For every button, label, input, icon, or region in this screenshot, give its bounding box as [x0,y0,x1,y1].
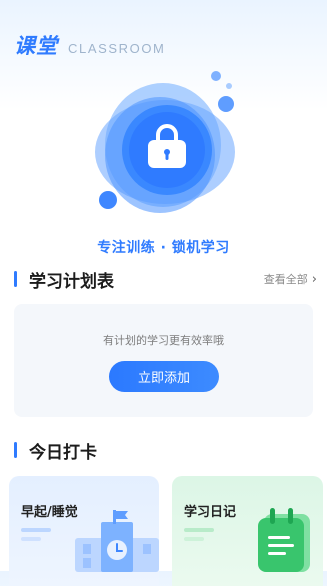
section-accent-bar [14,271,17,287]
page-header: 课堂 CLASSROOM [14,30,165,58]
view-all-label: 查看全部 [263,273,308,286]
checkin-card-diary[interactable]: 学习日记 [172,476,323,586]
decor-line [184,528,214,532]
plan-empty-text: 有计划的学习更有效率哦 [103,334,224,347]
checkin-section-header: 今日打卡 [14,439,317,463]
page-title: 课堂 [14,34,58,58]
chevron-right-icon: › [311,271,317,287]
checkin-section-title: 今日打卡 [29,442,97,463]
decor-line [184,537,204,541]
decor-line [21,537,41,541]
checkin-card-label: 学习日记 [184,505,237,520]
plan-section-title: 学习计划表 [29,271,114,292]
page-subtitle: CLASSROOM [68,41,166,56]
add-plan-button[interactable]: 立即添加 [109,361,219,392]
view-all-link[interactable]: 查看全部 › [264,271,317,287]
plan-card: 有计划的学习更有效率哦 立即添加 [14,304,313,417]
decor-line [21,528,51,532]
hero-caption: 专注训练 · 锁机学习 [97,240,230,256]
notebook-icon [258,508,310,572]
checkin-card-sleep[interactable]: 早起/睡觉 [9,476,159,586]
checkin-card-label: 早起/睡觉 [21,505,78,520]
plan-section-header: 学习计划表 查看全部 › [14,268,317,292]
school-clock-icon [75,510,159,572]
section-accent-bar [14,442,17,458]
